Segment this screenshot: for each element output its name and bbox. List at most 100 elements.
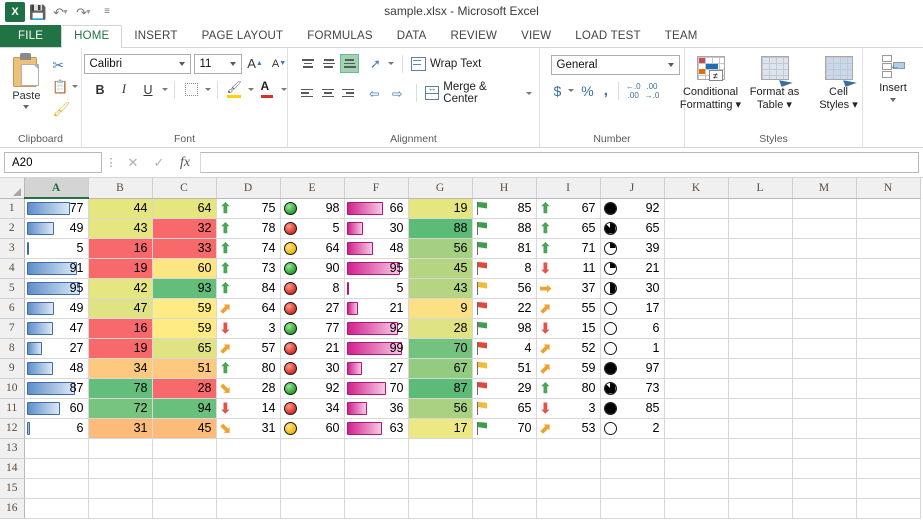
cell-A2[interactable]: 49 xyxy=(24,218,88,238)
column-header-b[interactable]: B xyxy=(88,178,152,198)
tab-page-layout[interactable]: PAGE LAYOUT xyxy=(190,26,296,47)
cell-A7[interactable]: 47 xyxy=(24,318,88,338)
cell-I14[interactable] xyxy=(536,458,600,478)
column-header-n[interactable]: N xyxy=(856,178,920,198)
row-header-3[interactable]: 3 xyxy=(0,238,24,258)
cell-N8[interactable] xyxy=(856,338,920,358)
row-header-6[interactable]: 6 xyxy=(0,298,24,318)
cell-C6[interactable]: 59 xyxy=(152,298,216,318)
row-header-15[interactable]: 15 xyxy=(0,478,24,498)
cell-B7[interactable]: 16 xyxy=(88,318,152,338)
fill-color-dropdown-icon[interactable] xyxy=(248,88,254,91)
cell-F14[interactable] xyxy=(344,458,408,478)
cell-L10[interactable] xyxy=(728,378,792,398)
orientation-button[interactable]: ➚ xyxy=(365,53,386,74)
cell-M16[interactable] xyxy=(792,498,856,518)
tab-formulas[interactable]: FORMULAS xyxy=(295,26,385,47)
cell-M8[interactable] xyxy=(792,338,856,358)
tab-file[interactable]: FILE xyxy=(0,25,61,47)
decrease-decimal-button[interactable]: .00→.0 xyxy=(645,82,660,100)
cell-D13[interactable] xyxy=(216,438,280,458)
grow-font-button[interactable]: A▲ xyxy=(245,53,266,74)
cell-D15[interactable] xyxy=(216,478,280,498)
comma-button[interactable]: , xyxy=(601,81,611,100)
currency-dropdown-icon[interactable] xyxy=(568,89,574,92)
cell-N14[interactable] xyxy=(856,458,920,478)
cell-A12[interactable]: 6 xyxy=(24,418,88,438)
cell-G9[interactable]: 67 xyxy=(408,358,472,378)
cell-L16[interactable] xyxy=(728,498,792,518)
cell-A1[interactable]: 77 xyxy=(24,198,88,218)
cell-D12[interactable]: ⬊31 xyxy=(216,418,280,438)
cell-D11[interactable]: ⬇14 xyxy=(216,398,280,418)
cell-I1[interactable]: ⬆67 xyxy=(536,198,600,218)
cell-K4[interactable] xyxy=(664,258,728,278)
merge-dropdown-icon[interactable] xyxy=(526,92,532,95)
row-header-14[interactable]: 14 xyxy=(0,458,24,478)
cell-K11[interactable] xyxy=(664,398,728,418)
cancel-formula-icon[interactable]: ✕ xyxy=(120,152,146,173)
cell-G2[interactable]: 88 xyxy=(408,218,472,238)
cell-F2[interactable]: 30 xyxy=(344,218,408,238)
row-header-7[interactable]: 7 xyxy=(0,318,24,338)
cell-M6[interactable] xyxy=(792,298,856,318)
cell-C15[interactable] xyxy=(152,478,216,498)
cell-E5[interactable]: 8 xyxy=(280,278,344,298)
cell-H10[interactable]: 29 xyxy=(472,378,536,398)
row-header-4[interactable]: 4 xyxy=(0,258,24,278)
cell-K5[interactable] xyxy=(664,278,728,298)
cell-F4[interactable]: 95 xyxy=(344,258,408,278)
cell-F8[interactable]: 99 xyxy=(344,338,408,358)
cell-C3[interactable]: 33 xyxy=(152,238,216,258)
italic-button[interactable]: I xyxy=(114,79,135,100)
cell-M9[interactable] xyxy=(792,358,856,378)
cell-H14[interactable] xyxy=(472,458,536,478)
cell-G7[interactable]: 28 xyxy=(408,318,472,338)
cell-J5[interactable]: 30 xyxy=(600,278,664,298)
cell-I11[interactable]: ⬇3 xyxy=(536,398,600,418)
cell-A15[interactable] xyxy=(24,478,88,498)
font-color-button[interactable]: A xyxy=(257,79,278,100)
cell-B13[interactable] xyxy=(88,438,152,458)
cell-M12[interactable] xyxy=(792,418,856,438)
tab-team[interactable]: TEAM xyxy=(653,26,710,47)
tab-insert[interactable]: INSERT xyxy=(122,26,189,47)
cell-H5[interactable]: 56 xyxy=(472,278,536,298)
cell-B11[interactable]: 72 xyxy=(88,398,152,418)
cell-E15[interactable] xyxy=(280,478,344,498)
cell-H13[interactable] xyxy=(472,438,536,458)
cell-E9[interactable]: 30 xyxy=(280,358,344,378)
font-color-dropdown-icon[interactable] xyxy=(281,88,287,91)
cell-E10[interactable]: 92 xyxy=(280,378,344,398)
borders-button[interactable] xyxy=(181,79,202,100)
cell-J3[interactable]: 39 xyxy=(600,238,664,258)
paste-dropdown-icon[interactable] xyxy=(23,105,29,109)
copy-dropdown-icon[interactable] xyxy=(72,85,78,88)
number-format-select[interactable]: General xyxy=(551,55,680,75)
align-bottom-button[interactable] xyxy=(340,54,359,73)
cell-L11[interactable] xyxy=(728,398,792,418)
cell-M2[interactable] xyxy=(792,218,856,238)
cell-K6[interactable] xyxy=(664,298,728,318)
cell-L8[interactable] xyxy=(728,338,792,358)
cell-M14[interactable] xyxy=(792,458,856,478)
cell-L4[interactable] xyxy=(728,258,792,278)
cell-D14[interactable] xyxy=(216,458,280,478)
font-name-select[interactable]: Calibri xyxy=(84,54,191,74)
cell-C5[interactable]: 93 xyxy=(152,278,216,298)
cell-I8[interactable]: ⬈52 xyxy=(536,338,600,358)
cell-E2[interactable]: 5 xyxy=(280,218,344,238)
cell-A16[interactable] xyxy=(24,498,88,518)
column-header-g[interactable]: G xyxy=(408,178,472,198)
cell-E13[interactable] xyxy=(280,438,344,458)
borders-dropdown-icon[interactable] xyxy=(205,88,211,91)
cell-N3[interactable] xyxy=(856,238,920,258)
align-center-button[interactable] xyxy=(319,84,338,103)
cell-L14[interactable] xyxy=(728,458,792,478)
format-as-table-button[interactable]: Format as Table ▾ xyxy=(744,53,806,112)
cell-E14[interactable] xyxy=(280,458,344,478)
cell-L9[interactable] xyxy=(728,358,792,378)
tab-load-test[interactable]: LOAD TEST xyxy=(563,26,653,47)
cell-L5[interactable] xyxy=(728,278,792,298)
align-top-button[interactable] xyxy=(298,54,317,73)
